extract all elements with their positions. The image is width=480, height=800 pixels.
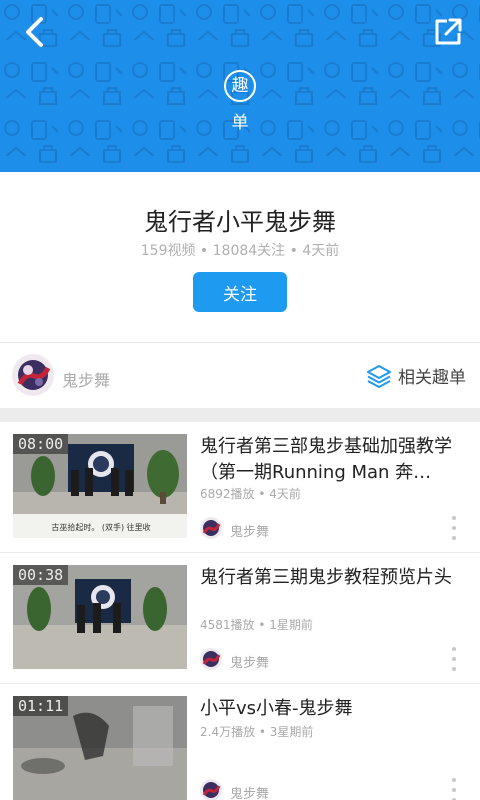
playlist-badge: 趣 单 — [0, 70, 480, 133]
video-meta: 4581播放 • 1星期前 — [200, 618, 313, 632]
author-bar: 鬼步舞 相关趣单 — [0, 342, 480, 408]
playlist-info: 鬼行者小平鬼步舞 159视频 • 18084关注 • 4天前 关注 — [0, 172, 480, 342]
more-icon[interactable] — [444, 516, 464, 540]
follow-button[interactable]: 关注 — [193, 272, 287, 312]
video-duration: 08:00 — [13, 434, 69, 454]
video-author: 鬼步舞 — [230, 787, 270, 800]
video-thumbnail[interactable]: 古巫拾起时。 (双手) 往里收 08:00 — [13, 434, 187, 538]
more-icon[interactable] — [444, 647, 464, 671]
video-thumbnail[interactable]: 00:38 — [13, 565, 187, 669]
more-icon[interactable] — [444, 778, 464, 800]
video-duration: 01:11 — [13, 696, 69, 716]
video-meta: 6892播放 • 4天前 — [200, 487, 301, 501]
header-banner: 趣 单 — [0, 0, 480, 172]
avatar — [200, 517, 222, 539]
avatar — [200, 779, 222, 800]
back-button[interactable] — [14, 12, 54, 52]
video-thumbnail[interactable]: 01:11 — [13, 696, 187, 800]
video-duration: 00:38 — [13, 565, 69, 585]
playlist-title: 鬼行者小平鬼步舞 — [144, 208, 336, 236]
chevron-left-icon — [26, 17, 43, 47]
layers-icon — [367, 364, 391, 388]
playlist-meta: 159视频 • 18084关注 • 4天前 — [140, 243, 340, 259]
author-name[interactable]: 鬼步舞 — [62, 367, 110, 391]
video-item[interactable]: 古巫拾起时。 (双手) 往里收 08:00 鬼行者第三部鬼步基础加强教学（第一期… — [0, 422, 480, 553]
section-divider — [0, 408, 480, 422]
video-item[interactable]: 00:38 鬼行者第三期鬼步教程预览片头 4581播放 • 1星期前 鬼步舞 — [0, 553, 480, 684]
video-author: 鬼步舞 — [230, 656, 270, 671]
related-playlists-label: 相关趣单 — [398, 368, 466, 388]
avatar — [200, 648, 222, 670]
video-title[interactable]: 小平vs小春-鬼步舞 — [200, 696, 472, 722]
video-author: 鬼步舞 — [230, 525, 270, 540]
video-item[interactable]: 01:11 小平vs小春-鬼步舞 2.4万播放 • 3星期前 鬼步舞 — [0, 684, 480, 800]
share-external-icon — [435, 18, 462, 45]
video-meta: 2.4万播放 • 3星期前 — [200, 725, 314, 739]
share-button[interactable] — [428, 12, 468, 52]
badge-icon: 趣 — [224, 70, 256, 102]
badge-label: 单 — [231, 113, 249, 133]
video-title[interactable]: 鬼行者第三部鬼步基础加强教学（第一期Running Man 奔… — [200, 434, 472, 486]
related-playlists-button[interactable]: 相关趣单 — [366, 363, 466, 388]
avatar[interactable] — [12, 354, 54, 396]
video-title[interactable]: 鬼行者第三期鬼步教程预览片头 — [200, 565, 472, 591]
video-caption: 古巫拾起时。 (双手) 往里收 — [51, 522, 150, 532]
